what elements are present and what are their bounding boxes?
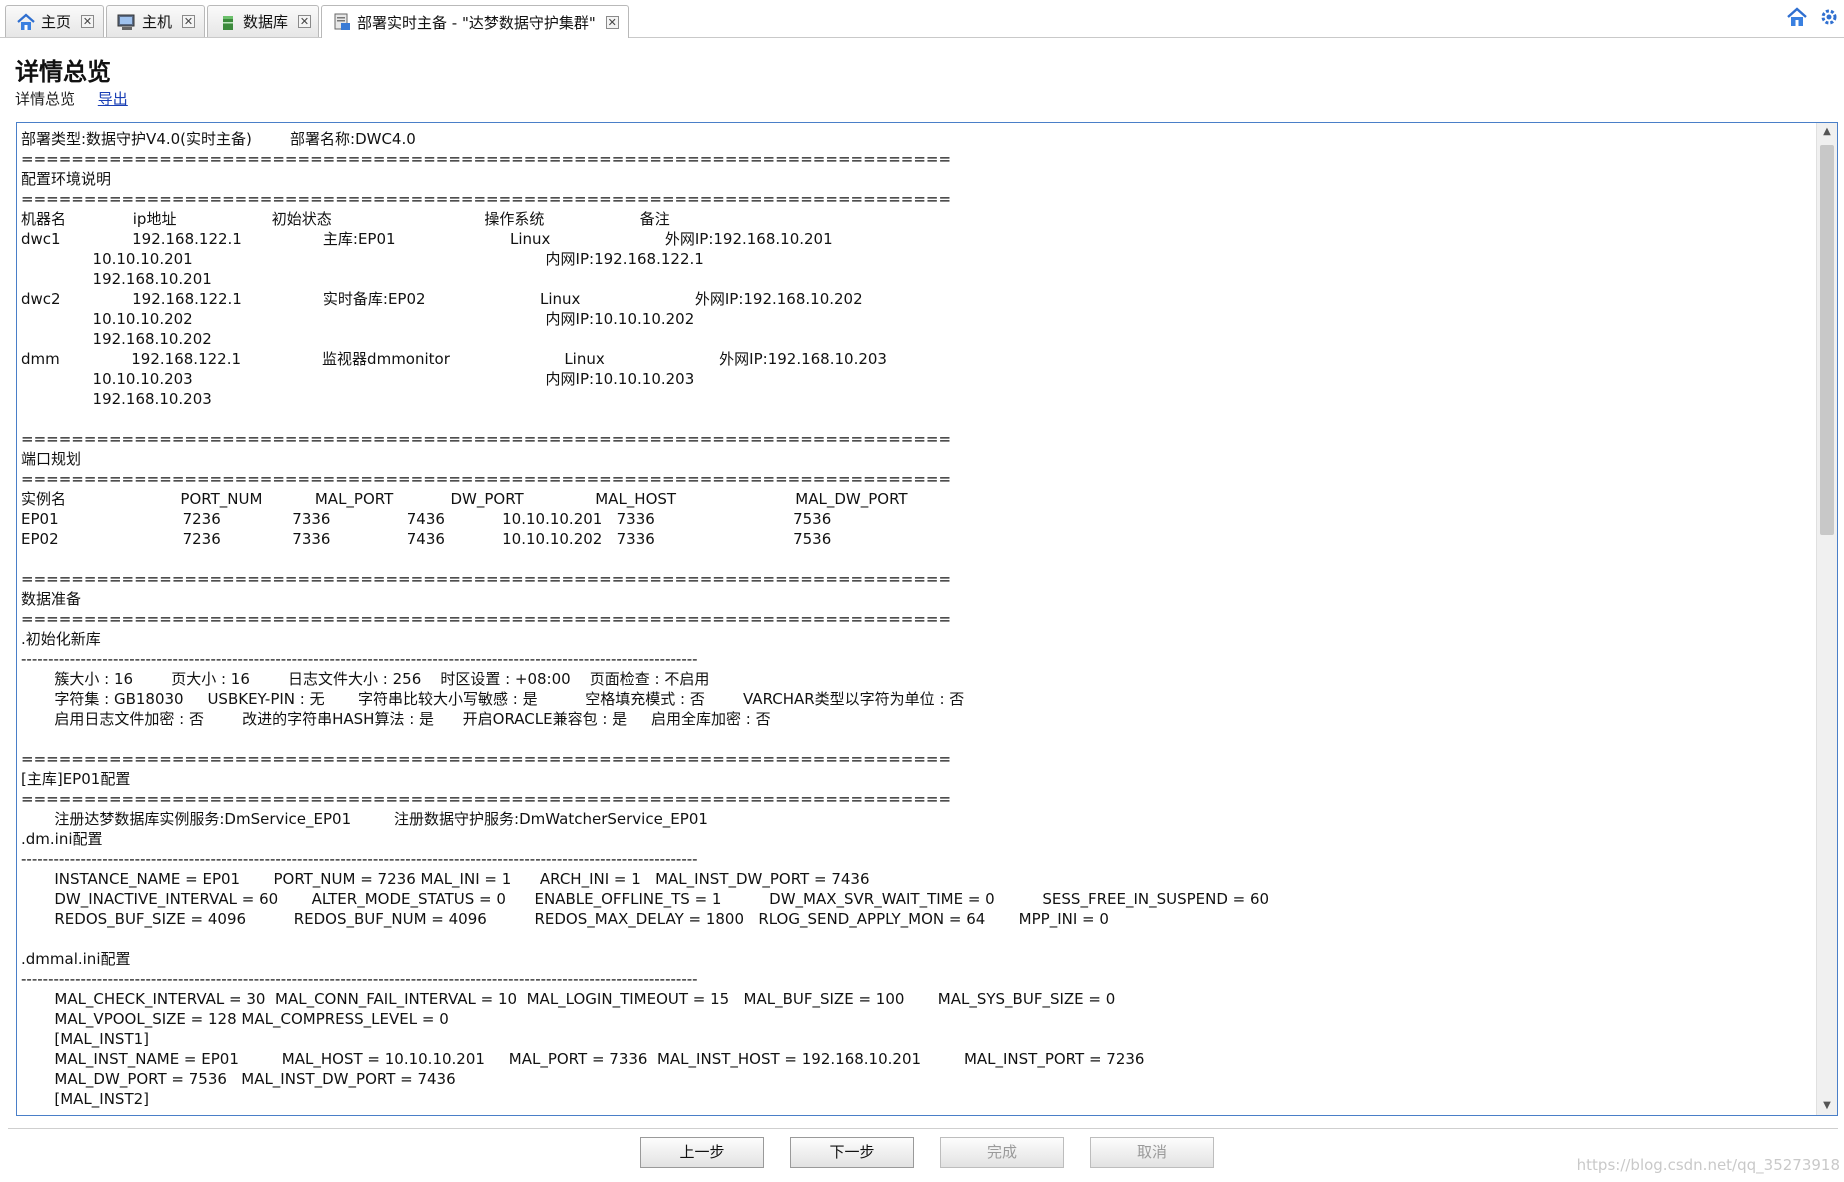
scroll-up-icon[interactable]: ▲ — [1817, 123, 1837, 141]
settings-icon[interactable] — [1818, 6, 1840, 28]
close-icon[interactable]: ✕ — [81, 15, 95, 28]
detail-line: 簇大小 : 16 页大小 : 16 日志文件大小 : 256 时区设置 : +0… — [21, 670, 710, 688]
scrollbar-thumb[interactable] — [1820, 145, 1834, 535]
detail-line: [MAL_INST2] — [21, 1090, 150, 1108]
deploy-icon — [332, 12, 352, 32]
tab-label: 部署实时主备 - "达梦数据守护集群" — [357, 13, 596, 32]
vertical-scrollbar[interactable]: ▲ ▼ — [1816, 123, 1837, 1115]
detail-line: ----------------------------------------… — [21, 850, 698, 868]
detail-line: ========================================… — [21, 190, 952, 208]
home-icon[interactable] — [1786, 6, 1808, 28]
detail-line: EP02 7236 7336 7436 10.10.10.202 7336 75… — [21, 530, 832, 548]
tab-bar: 主页 ✕ 主机 ✕ 数据库 ✕ 部署实时主备 - "达梦数据守护集群" ✕ — [0, 0, 1844, 38]
detail-line: 数据准备 — [21, 590, 82, 608]
breadcrumb-current: 详情总览 — [15, 90, 76, 108]
watermark: https://blog.csdn.net/qq_35273918 — [1576, 1156, 1840, 1174]
detail-line — [21, 409, 1813, 429]
detail-line — [21, 549, 1813, 569]
detail-line: ========================================… — [21, 570, 952, 588]
detail-line: ========================================… — [21, 750, 952, 768]
divider — [8, 1128, 1838, 1129]
detail-line: [MAL_INST1] — [21, 1030, 150, 1048]
tab-label: 主机 — [142, 13, 173, 31]
finish-button[interactable]: 完成 — [940, 1137, 1064, 1168]
tab-host[interactable]: 主机 ✕ — [106, 5, 205, 37]
detail-line: 192.168.10.201 — [21, 270, 212, 288]
tab-database[interactable]: 数据库 ✕ — [207, 5, 319, 37]
export-link[interactable]: 导出 — [98, 90, 128, 108]
detail-line: 字符集 : GB18030 USBKEY-PIN : 无 字符串比较大小写敏感 … — [21, 690, 965, 708]
prev-button[interactable]: 上一步 — [640, 1137, 764, 1168]
detail-line: MAL_DW_PORT = 7536 MAL_INST_DW_PORT = 74… — [21, 1070, 456, 1088]
detail-line: 机器名 ip地址 初始状态 操作系统 备注 — [21, 210, 670, 228]
detail-line: 192.168.10.202 — [21, 330, 212, 348]
detail-line: 端口规划 — [21, 450, 82, 468]
detail-line: MAL_CHECK_INTERVAL = 30 MAL_CONN_FAIL_IN… — [21, 990, 1116, 1008]
detail-line: 注册达梦数据库实例服务:DmService_EP01 注册数据守护服务:DmWa… — [21, 810, 708, 828]
detail-line: dwc1 192.168.122.1 主库:EP01 Linux 外网IP:19… — [21, 230, 833, 248]
detail-line: dmm 192.168.122.1 监视器dmmonitor Linux 外网I… — [21, 350, 887, 368]
detail-line: ========================================… — [21, 470, 952, 488]
close-icon[interactable]: ✕ — [298, 15, 312, 28]
detail-line: DW_INACTIVE_INTERVAL = 60 ALTER_MODE_STA… — [21, 890, 1270, 908]
detail-line: 10.10.10.203 内网IP:10.10.10.203 — [21, 370, 695, 388]
detail-line: dwc2 192.168.122.1 实时备库:EP02 Linux 外网IP:… — [21, 290, 863, 308]
detail-line: 192.168.10.203 — [21, 390, 212, 408]
detail-line: 配置环境说明 — [21, 170, 112, 188]
tab-label: 数据库 — [243, 13, 289, 31]
next-button[interactable]: 下一步 — [790, 1137, 914, 1168]
detail-line: [主库]EP01配置 — [21, 770, 131, 788]
detail-line — [21, 929, 1813, 949]
detail-line: REDOS_BUF_SIZE = 4096 REDOS_BUF_NUM = 40… — [21, 910, 1109, 928]
tab-label: 主页 — [41, 13, 72, 31]
breadcrumb: 详情总览 导出 — [15, 88, 128, 109]
detail-line: .dm.ini配置 — [21, 830, 103, 848]
database-icon — [218, 12, 238, 32]
detail-line: MAL_VPOOL_SIZE = 128 MAL_COMPRESS_LEVEL … — [21, 1010, 449, 1028]
detail-line: ========================================… — [21, 430, 952, 448]
detail-line: .dmmal.ini配置 — [21, 950, 131, 968]
detail-text-area[interactable]: 部署类型:数据守护V4.0(实时主备) 部署名称:DWC4.0 =========… — [21, 129, 1813, 1115]
detail-line: 启用日志文件加密 : 否 改进的字符串HASH算法 : 是 开启ORACLE兼容… — [21, 710, 771, 728]
detail-line: ========================================… — [21, 790, 952, 808]
detail-line: 部署类型:数据守护V4.0(实时主备) 部署名称:DWC4.0 — [21, 130, 416, 148]
tab-deploy[interactable]: 部署实时主备 - "达梦数据守护集群" ✕ — [321, 5, 629, 38]
detail-line: ========================================… — [21, 610, 952, 628]
cancel-button[interactable]: 取消 — [1090, 1137, 1214, 1168]
detail-line: .初始化新库 — [21, 630, 101, 648]
detail-panel: 部署类型:数据守护V4.0(实时主备) 部署名称:DWC4.0 =========… — [16, 122, 1838, 1116]
detail-line: ----------------------------------------… — [21, 650, 698, 668]
detail-line: EP01 7236 7336 7436 10.10.10.201 7336 75… — [21, 510, 832, 528]
close-icon[interactable]: ✕ — [182, 15, 196, 28]
detail-line: 10.10.10.202 内网IP:10.10.10.202 — [21, 310, 695, 328]
toolbar-right — [1786, 6, 1840, 28]
detail-line — [21, 729, 1813, 749]
page-title: 详情总览 — [15, 58, 111, 86]
detail-line: INSTANCE_NAME = EP01 PORT_NUM = 7236 MAL… — [21, 870, 870, 888]
home-icon — [16, 12, 36, 32]
detail-line: 实例名 PORT_NUM MAL_PORT DW_PORT MAL_HOST M… — [21, 490, 908, 508]
tab-home[interactable]: 主页 ✕ — [5, 5, 104, 37]
detail-line: ========================================… — [21, 150, 952, 168]
computer-icon — [117, 12, 137, 32]
detail-line: 10.10.10.201 内网IP:192.168.122.1 — [21, 250, 704, 268]
detail-line: ----------------------------------------… — [21, 970, 698, 988]
close-icon[interactable]: ✕ — [605, 15, 619, 29]
scroll-down-icon[interactable]: ▼ — [1817, 1097, 1837, 1115]
detail-line: MAL_INST_NAME = EP01 MAL_HOST = 10.10.10… — [21, 1050, 1145, 1068]
